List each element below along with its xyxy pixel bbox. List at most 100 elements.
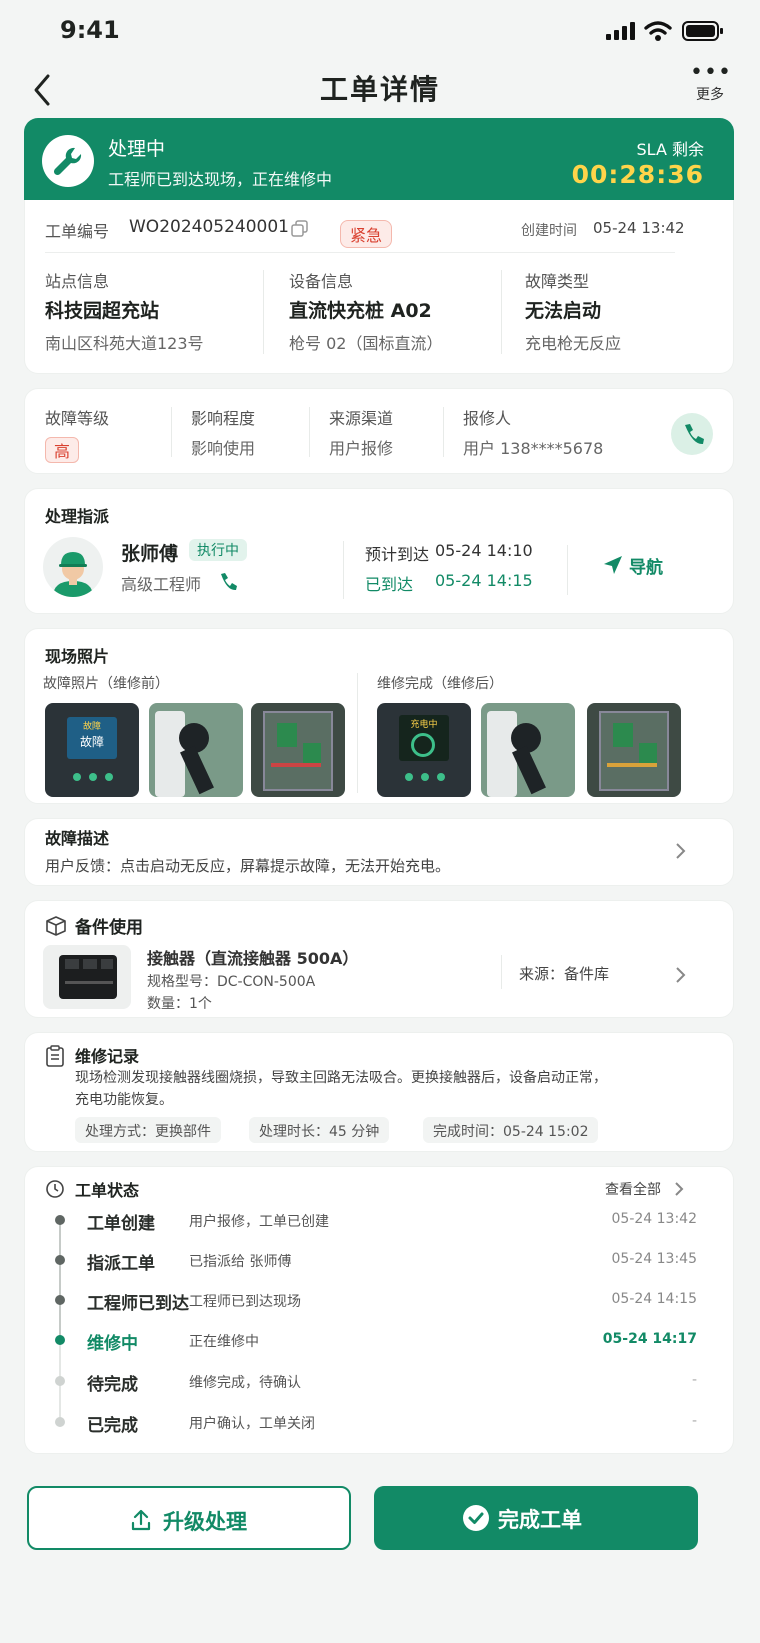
divider (263, 270, 264, 354)
avatar (43, 537, 103, 597)
chevron-right-icon (676, 843, 686, 859)
device-label: 设备信息 (289, 272, 354, 291)
timeline-step-name: 工程师已到达 (87, 1294, 189, 1314)
clock-icon (46, 1180, 64, 1198)
divider (171, 407, 172, 457)
order-no-label: 工单编号 (45, 222, 110, 241)
repair-title: 维修记录 (75, 1047, 140, 1066)
eta-value: 05-24 14:10 (435, 541, 533, 560)
photo-before-screen[interactable]: 故障 故障 (45, 703, 139, 797)
device-value: 直流快充桩 A02 (289, 300, 432, 322)
phone-icon (685, 424, 704, 445)
engineer-role: 高级工程师 (121, 575, 202, 594)
level-label: 故障等级 (45, 409, 110, 428)
timeline-card: 工单状态 查看全部 工单创建 用户报修，工单已创建 05-24 13:42 指派… (24, 1166, 734, 1454)
description-title: 故障描述 (45, 829, 110, 848)
part-source: 来源：备件库 (519, 965, 610, 983)
reporter-label: 报修人 (463, 409, 512, 428)
fault-description-card[interactable]: 故障描述 用户反馈：点击启动无反应，屏幕提示故障，无法开始充电。 (24, 818, 734, 886)
escalate-button[interactable]: 升级处理 (27, 1486, 351, 1550)
assign-section-title: 处理指派 (45, 507, 110, 526)
source-value: 用户报修 (329, 439, 394, 458)
impact-value: 影响使用 (191, 439, 256, 458)
timeline-step-desc: 维修完成，待确认 (189, 1375, 301, 1391)
before-label: 故障照片（维修前） (43, 676, 169, 692)
divider (343, 541, 344, 599)
photo-before-cabinet[interactable] (251, 703, 345, 797)
status-time: 9:41 (60, 16, 120, 44)
timeline-step-name: 工单创建 (87, 1214, 155, 1234)
wrench-icon (42, 135, 94, 187)
device-gun: 枪号 02（国标直流） (289, 334, 443, 353)
photo-after-screen[interactable]: 充电中 (377, 703, 471, 797)
timeline-step-desc: 正在维修中 (189, 1334, 259, 1350)
more-button[interactable]: ••• 更多 (690, 62, 731, 104)
timeline-dot (55, 1295, 65, 1305)
source-label: 来源渠道 (329, 409, 394, 428)
navigation-arrow-icon (604, 556, 622, 574)
repair-duration-chip: 处理时长：45 分钟 (249, 1117, 390, 1143)
timeline-step-desc: 用户报修，工单已创建 (189, 1214, 329, 1230)
more-label: 更多 (696, 87, 724, 103)
escalate-label: 升级处理 (163, 1510, 247, 1534)
chevron-right-icon[interactable] (673, 965, 687, 985)
box-icon (46, 916, 66, 936)
photo-after-connector[interactable] (481, 703, 575, 797)
fault-type-label: 故障类型 (525, 272, 590, 291)
status-subtitle: 工程师已到达现场，正在维修中 (108, 170, 333, 189)
navigate-button[interactable]: 导航 (591, 545, 677, 585)
chevron-right-icon (675, 1182, 684, 1196)
photo-before-connector[interactable] (149, 703, 243, 797)
view-all-label: 查看全部 (605, 1182, 661, 1198)
part-image (43, 945, 131, 1009)
site-address: 南山区科苑大道123号 (45, 334, 204, 353)
parts-title: 备件使用 (75, 918, 143, 938)
part-qty: 数量：1个 (147, 996, 212, 1012)
photo-after-cabinet[interactable] (587, 703, 681, 797)
photos-card: 现场照片 故障照片（维修前） 维修完成（维修后） 故障 故障 充电中 (24, 628, 734, 804)
timeline-step-desc: 用户确认，工单关闭 (189, 1416, 315, 1432)
timeline-dot-active (55, 1335, 65, 1345)
created-label: 创建时间 (521, 223, 577, 239)
complete-order-button[interactable]: 完成工单 (374, 1486, 698, 1550)
site-label: 站点信息 (45, 272, 110, 291)
upload-icon (131, 1509, 151, 1531)
timeline-line-done (59, 1221, 61, 1341)
arrived-label: 已到达 (365, 575, 414, 594)
timeline-step-name: 维修中 (87, 1334, 138, 1354)
phone-icon[interactable] (217, 571, 239, 593)
assign-status-badge: 执行中 (189, 539, 247, 561)
clipboard-icon (46, 1045, 64, 1067)
parts-card: 备件使用 接触器（直流接触器 500A） 规格型号：DC-CON-500A 数量… (24, 900, 734, 1018)
order-no-value: WO202405240001 (129, 217, 289, 237)
timeline-step-time: 05-24 14:15 (611, 1291, 697, 1307)
eta-label: 预计到达 (365, 545, 430, 564)
timeline-step-time: - (691, 1413, 697, 1429)
view-all-link[interactable]: 查看全部 (605, 1179, 715, 1201)
call-reporter-button[interactable] (671, 413, 713, 455)
nav-bar: 工单详情 ••• 更多 (0, 60, 760, 122)
timeline-step-desc: 已指派给 张师傅 (189, 1254, 292, 1270)
timeline-step-name: 已完成 (87, 1416, 138, 1436)
divider (443, 407, 444, 457)
timeline-dot (55, 1215, 65, 1225)
copy-icon[interactable] (291, 220, 309, 238)
repair-text-line1: 现场检测发现接触器线圈烧损，导致主回路无法吸合。更换接触器后，设备启动正常， (75, 1070, 607, 1086)
status-bar: 9:41 (0, 0, 760, 60)
page-title: 工单详情 (319, 73, 440, 106)
urgency-badge: 紧急 (340, 220, 393, 248)
divider (357, 673, 358, 793)
check-circle-icon (463, 1505, 489, 1531)
divider (309, 407, 310, 457)
timeline-step-time: 05-24 14:17 (602, 1331, 697, 1347)
repair-method-chip: 处理方式：更换部件 (75, 1117, 221, 1143)
sla-countdown: 00:28:36 (571, 160, 704, 189)
complete-label: 完成工单 (498, 1508, 582, 1532)
battery-icon (682, 21, 723, 41)
after-label: 维修完成（维修后） (377, 676, 503, 692)
timeline-step-time: 05-24 13:45 (611, 1251, 697, 1267)
divider (45, 252, 675, 253)
timeline-step-desc: 工程师已到达现场 (189, 1294, 301, 1310)
assignment-card: 处理指派 张师傅 执行中 高级工程师 预计到达 05-24 14:10 已到达 … (24, 488, 734, 614)
timeline-dot-pending (55, 1376, 65, 1386)
